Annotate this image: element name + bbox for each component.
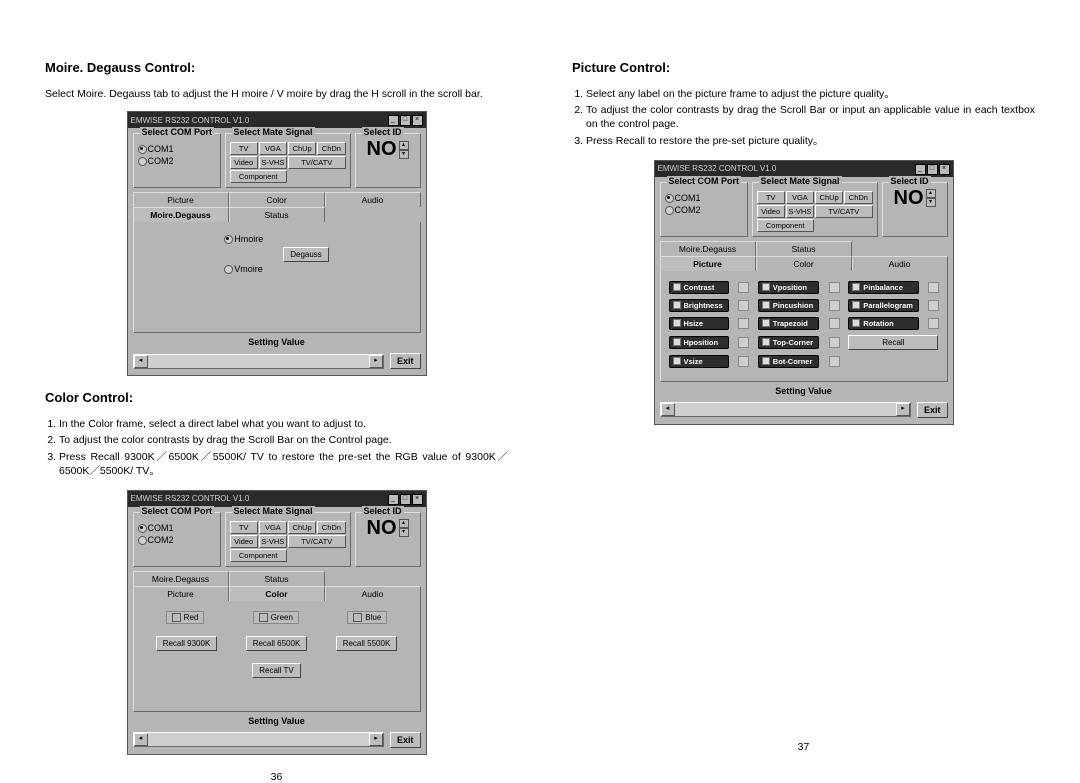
- btn-parallelogram[interactable]: Parallelogram: [848, 299, 919, 312]
- setting-scrollbar[interactable]: ◂▸: [660, 402, 911, 417]
- degauss-button[interactable]: Degauss: [283, 247, 329, 262]
- selectid-spinner[interactable]: ▴▾: [399, 141, 409, 159]
- btn-hposition[interactable]: Hposition: [669, 336, 729, 349]
- heading-picture: Picture Control:: [572, 60, 1035, 75]
- recall-tv[interactable]: Recall TV: [252, 663, 301, 678]
- color-green[interactable]: Green: [253, 611, 299, 624]
- tab-moire[interactable]: Moire.Degauss: [660, 241, 756, 256]
- scroll-left-icon[interactable]: ◂: [134, 355, 148, 368]
- radio-com2[interactable]: COM2: [665, 205, 743, 215]
- selectid-value: NO: [367, 138, 397, 161]
- moire-body: Select Moire. Degauss tab to adjust the …: [45, 87, 508, 101]
- sig-svhs[interactable]: S-VHS: [259, 156, 287, 169]
- recall-9300[interactable]: Recall 9300K: [156, 636, 218, 651]
- exit-button[interactable]: Exit: [917, 402, 948, 418]
- btn-pinbalance[interactable]: Pinbalance: [848, 281, 919, 294]
- tab-audio[interactable]: Audio: [325, 586, 421, 601]
- tab-status[interactable]: Status: [229, 207, 325, 222]
- scroll-right-icon[interactable]: ▸: [369, 355, 383, 368]
- btn-pincushion[interactable]: Pincushion: [758, 299, 819, 312]
- window-picture: EMWISE RS232 CONTROL V1.0 _□× Select COM…: [654, 160, 954, 425]
- page-left: Moire. Degauss Control: Select Moire. De…: [45, 60, 508, 753]
- titlebar: EMWISE RS232 CONTROL V1.0 _□×: [128, 112, 426, 128]
- color-steps: In the Color frame, select a direct labe…: [45, 417, 508, 480]
- titlebar: EMWISE RS232 CONTROL V1.0 _□×: [655, 161, 953, 177]
- tab-picture[interactable]: Picture: [133, 586, 229, 601]
- btn-vsize[interactable]: Vsize: [669, 355, 729, 368]
- tabbody-color: Red Green Blue Recall 9300K Recall 6500K…: [133, 601, 421, 712]
- tab-moire[interactable]: Moire.Degauss: [133, 207, 229, 222]
- sig-component[interactable]: Component: [230, 170, 288, 183]
- recall-6500[interactable]: Recall 6500K: [246, 636, 308, 651]
- color-blue[interactable]: Blue: [347, 611, 387, 624]
- heading-color: Color Control:: [45, 390, 508, 405]
- window-title: EMWISE RS232 CONTROL V1.0: [131, 116, 250, 125]
- sig-chup[interactable]: ChUp: [288, 142, 316, 155]
- tab-audio[interactable]: Audio: [852, 256, 948, 271]
- radio-com2[interactable]: COM2: [138, 156, 216, 166]
- radio-vmoire[interactable]: Vmoire: [224, 264, 263, 274]
- setting-scrollbar[interactable]: ◂ ▸: [133, 354, 384, 369]
- btn-rotation[interactable]: Rotation: [848, 317, 919, 330]
- btn-topcorner[interactable]: Top-Corner: [758, 336, 819, 349]
- tab-color[interactable]: Color: [229, 586, 325, 601]
- window-color: EMWISE RS232 CONTROL V1.0 _□× Select COM…: [127, 490, 427, 755]
- sig-tvcatv[interactable]: TV/CATV: [288, 156, 346, 169]
- page-number-right: 37: [572, 739, 1035, 753]
- tab-picture[interactable]: Picture: [133, 192, 229, 207]
- tab-color[interactable]: Color: [756, 256, 852, 271]
- recall-5500[interactable]: Recall 5500K: [336, 636, 398, 651]
- page-right: Picture Control: Select any label on the…: [572, 60, 1035, 753]
- tab-moire[interactable]: Moire.Degauss: [133, 571, 229, 586]
- sig-video[interactable]: Video: [230, 156, 258, 169]
- btn-brightness[interactable]: Brightness: [669, 299, 729, 312]
- radio-com1[interactable]: COM1: [138, 144, 216, 154]
- btn-hsize[interactable]: Hsize: [669, 317, 729, 330]
- tabbody-picture: Contrast Vposition Pinbalance Brightness…: [660, 271, 948, 382]
- tab-audio[interactable]: Audio: [325, 192, 421, 207]
- group-selectid: Select ID NO ▴▾: [355, 133, 421, 188]
- heading-moire: Moire. Degauss Control:: [45, 60, 508, 75]
- recall-button[interactable]: Recall: [848, 335, 938, 350]
- picture-steps: Select any label on the picture frame to…: [572, 87, 1035, 150]
- window-buttons[interactable]: _□×: [387, 114, 423, 126]
- window-moire: EMWISE RS232 CONTROL V1.0 _□× Select COM…: [127, 111, 427, 376]
- tab-picture[interactable]: Picture: [660, 256, 756, 271]
- tab-color[interactable]: Color: [229, 192, 325, 207]
- page-number-left: 36: [45, 769, 508, 783]
- sig-chdn[interactable]: ChDn: [317, 142, 345, 155]
- btn-contrast[interactable]: Contrast: [669, 281, 729, 294]
- titlebar: EMWISE RS232 CONTROL V1.0 _□×: [128, 491, 426, 507]
- exit-button[interactable]: Exit: [390, 353, 421, 369]
- group-signal: Select Mate Signal TV VGA ChUp ChDn Vide…: [225, 133, 351, 188]
- tab-status[interactable]: Status: [756, 241, 852, 256]
- btn-trapezoid[interactable]: Trapezoid: [758, 317, 819, 330]
- radio-com2[interactable]: COM2: [138, 535, 216, 545]
- exit-button[interactable]: Exit: [390, 732, 421, 748]
- radio-com1[interactable]: COM1: [665, 193, 743, 203]
- setting-value-label: Setting Value: [248, 337, 305, 347]
- tabbody-moire: Hmoire Vmoire Degauss: [133, 222, 421, 333]
- btn-botcorner[interactable]: Bot-Corner: [758, 355, 819, 368]
- radio-hmoire[interactable]: Hmoire: [224, 234, 263, 244]
- tab-status[interactable]: Status: [229, 571, 325, 586]
- group-comport: Select COM Port COM1 COM2: [133, 133, 221, 188]
- btn-vposition[interactable]: Vposition: [758, 281, 819, 294]
- sig-tv[interactable]: TV: [230, 142, 258, 155]
- sig-vga[interactable]: VGA: [259, 142, 287, 155]
- color-red[interactable]: Red: [166, 611, 205, 624]
- setting-scrollbar[interactable]: ◂▸: [133, 732, 384, 747]
- radio-com1[interactable]: COM1: [138, 523, 216, 533]
